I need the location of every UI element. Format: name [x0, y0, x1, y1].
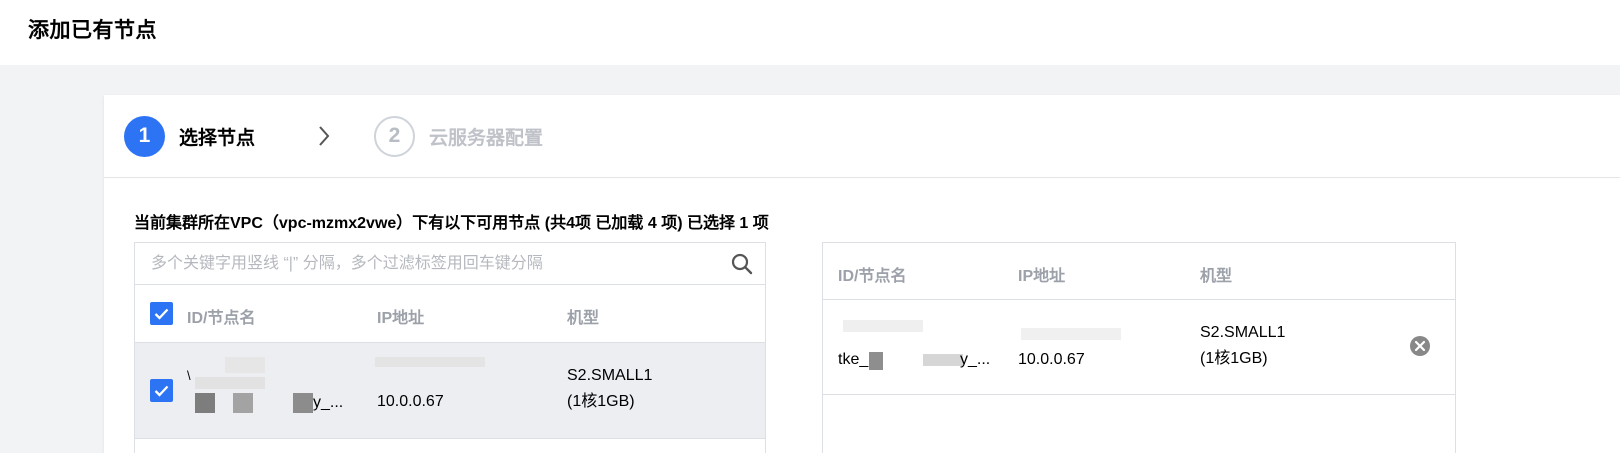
add-node-card: 1 选择节点 2 云服务器配置 当前集群所在VPC（vpc-mzmx2vwe）下… — [104, 95, 1620, 453]
table-row[interactable]: \ y_... 10.0.0.67 S2.SMALL1 (1核1GB) — [135, 343, 765, 439]
step-label: 选择节点 — [179, 127, 256, 149]
table-header: ID/节点名 IP地址 机型 — [135, 285, 765, 343]
node-ip: 10.0.0.67 — [377, 393, 444, 410]
redacted-text — [869, 352, 883, 370]
step-number: 2 — [374, 115, 415, 157]
redacted-text — [923, 354, 963, 366]
search-bar — [135, 243, 765, 285]
column-header-id-name[interactable]: ID/节点名 — [187, 304, 255, 328]
step-cvm-config[interactable]: 2 云服务器配置 — [374, 115, 543, 157]
step-label: 云服务器配置 — [429, 127, 544, 149]
redacted-text — [375, 357, 485, 367]
redacted-text — [1021, 328, 1121, 340]
page-title: 添加已有节点 — [28, 19, 157, 42]
search-icon[interactable] — [731, 253, 753, 275]
node-ip: 10.0.0.67 — [1018, 351, 1085, 368]
available-nodes-panel: ID/节点名 IP地址 机型 \ y_... 10.0.0.67 S2.SMAL… — [134, 242, 766, 453]
redacted-text — [843, 320, 923, 332]
node-id-prefix: \ — [187, 368, 191, 383]
column-header-type: 机型 — [567, 310, 600, 327]
redacted-text — [293, 393, 313, 413]
column-header-type: 机型 — [1200, 268, 1233, 285]
redacted-text — [195, 377, 265, 389]
node-type-spec: (1核1GB) — [1200, 350, 1268, 367]
page-header: 添加已有节点 — [0, 0, 1620, 65]
column-header-ip: IP地址 — [1018, 268, 1066, 285]
remove-circle-icon[interactable] — [1409, 335, 1431, 357]
step-number: 1 — [124, 115, 165, 157]
node-type: S2.SMALL1 — [1200, 324, 1286, 341]
column-header-ip: IP地址 — [377, 310, 425, 327]
column-header-id-name: ID/节点名 — [838, 268, 907, 285]
select-all-checkbox[interactable] — [150, 302, 173, 325]
available-nodes-summary: 当前集群所在VPC（vpc-mzmx2vwe）下有以下可用节点 (共4项 已加载… — [134, 215, 769, 232]
check-icon — [154, 308, 169, 320]
table-header: ID/节点名 IP地址 机型 — [823, 243, 1455, 300]
redacted-text — [233, 393, 253, 413]
redacted-text — [225, 357, 265, 373]
selected-nodes-panel: ID/节点名 IP地址 机型 tke_ y_... 10.0.0.67 S2.S… — [822, 242, 1456, 453]
table-row: tke_ y_... 10.0.0.67 S2.SMALL1 (1核1GB) — [823, 300, 1455, 395]
row-checkbox[interactable] — [150, 379, 173, 402]
node-id-suffix: y_... — [960, 351, 991, 368]
step-select-nodes[interactable]: 1 选择节点 — [124, 115, 255, 157]
node-type-spec: (1核1GB) — [567, 393, 635, 410]
node-id-suffix: y_... — [313, 394, 344, 411]
node-id-prefix: tke_ — [838, 351, 869, 368]
redacted-text — [195, 393, 215, 413]
step-indicator: 1 选择节点 2 云服务器配置 — [104, 95, 1620, 178]
search-input[interactable] — [135, 243, 715, 284]
node-type: S2.SMALL1 — [567, 367, 653, 384]
check-icon — [154, 385, 169, 397]
chevron-right-icon — [310, 122, 338, 150]
